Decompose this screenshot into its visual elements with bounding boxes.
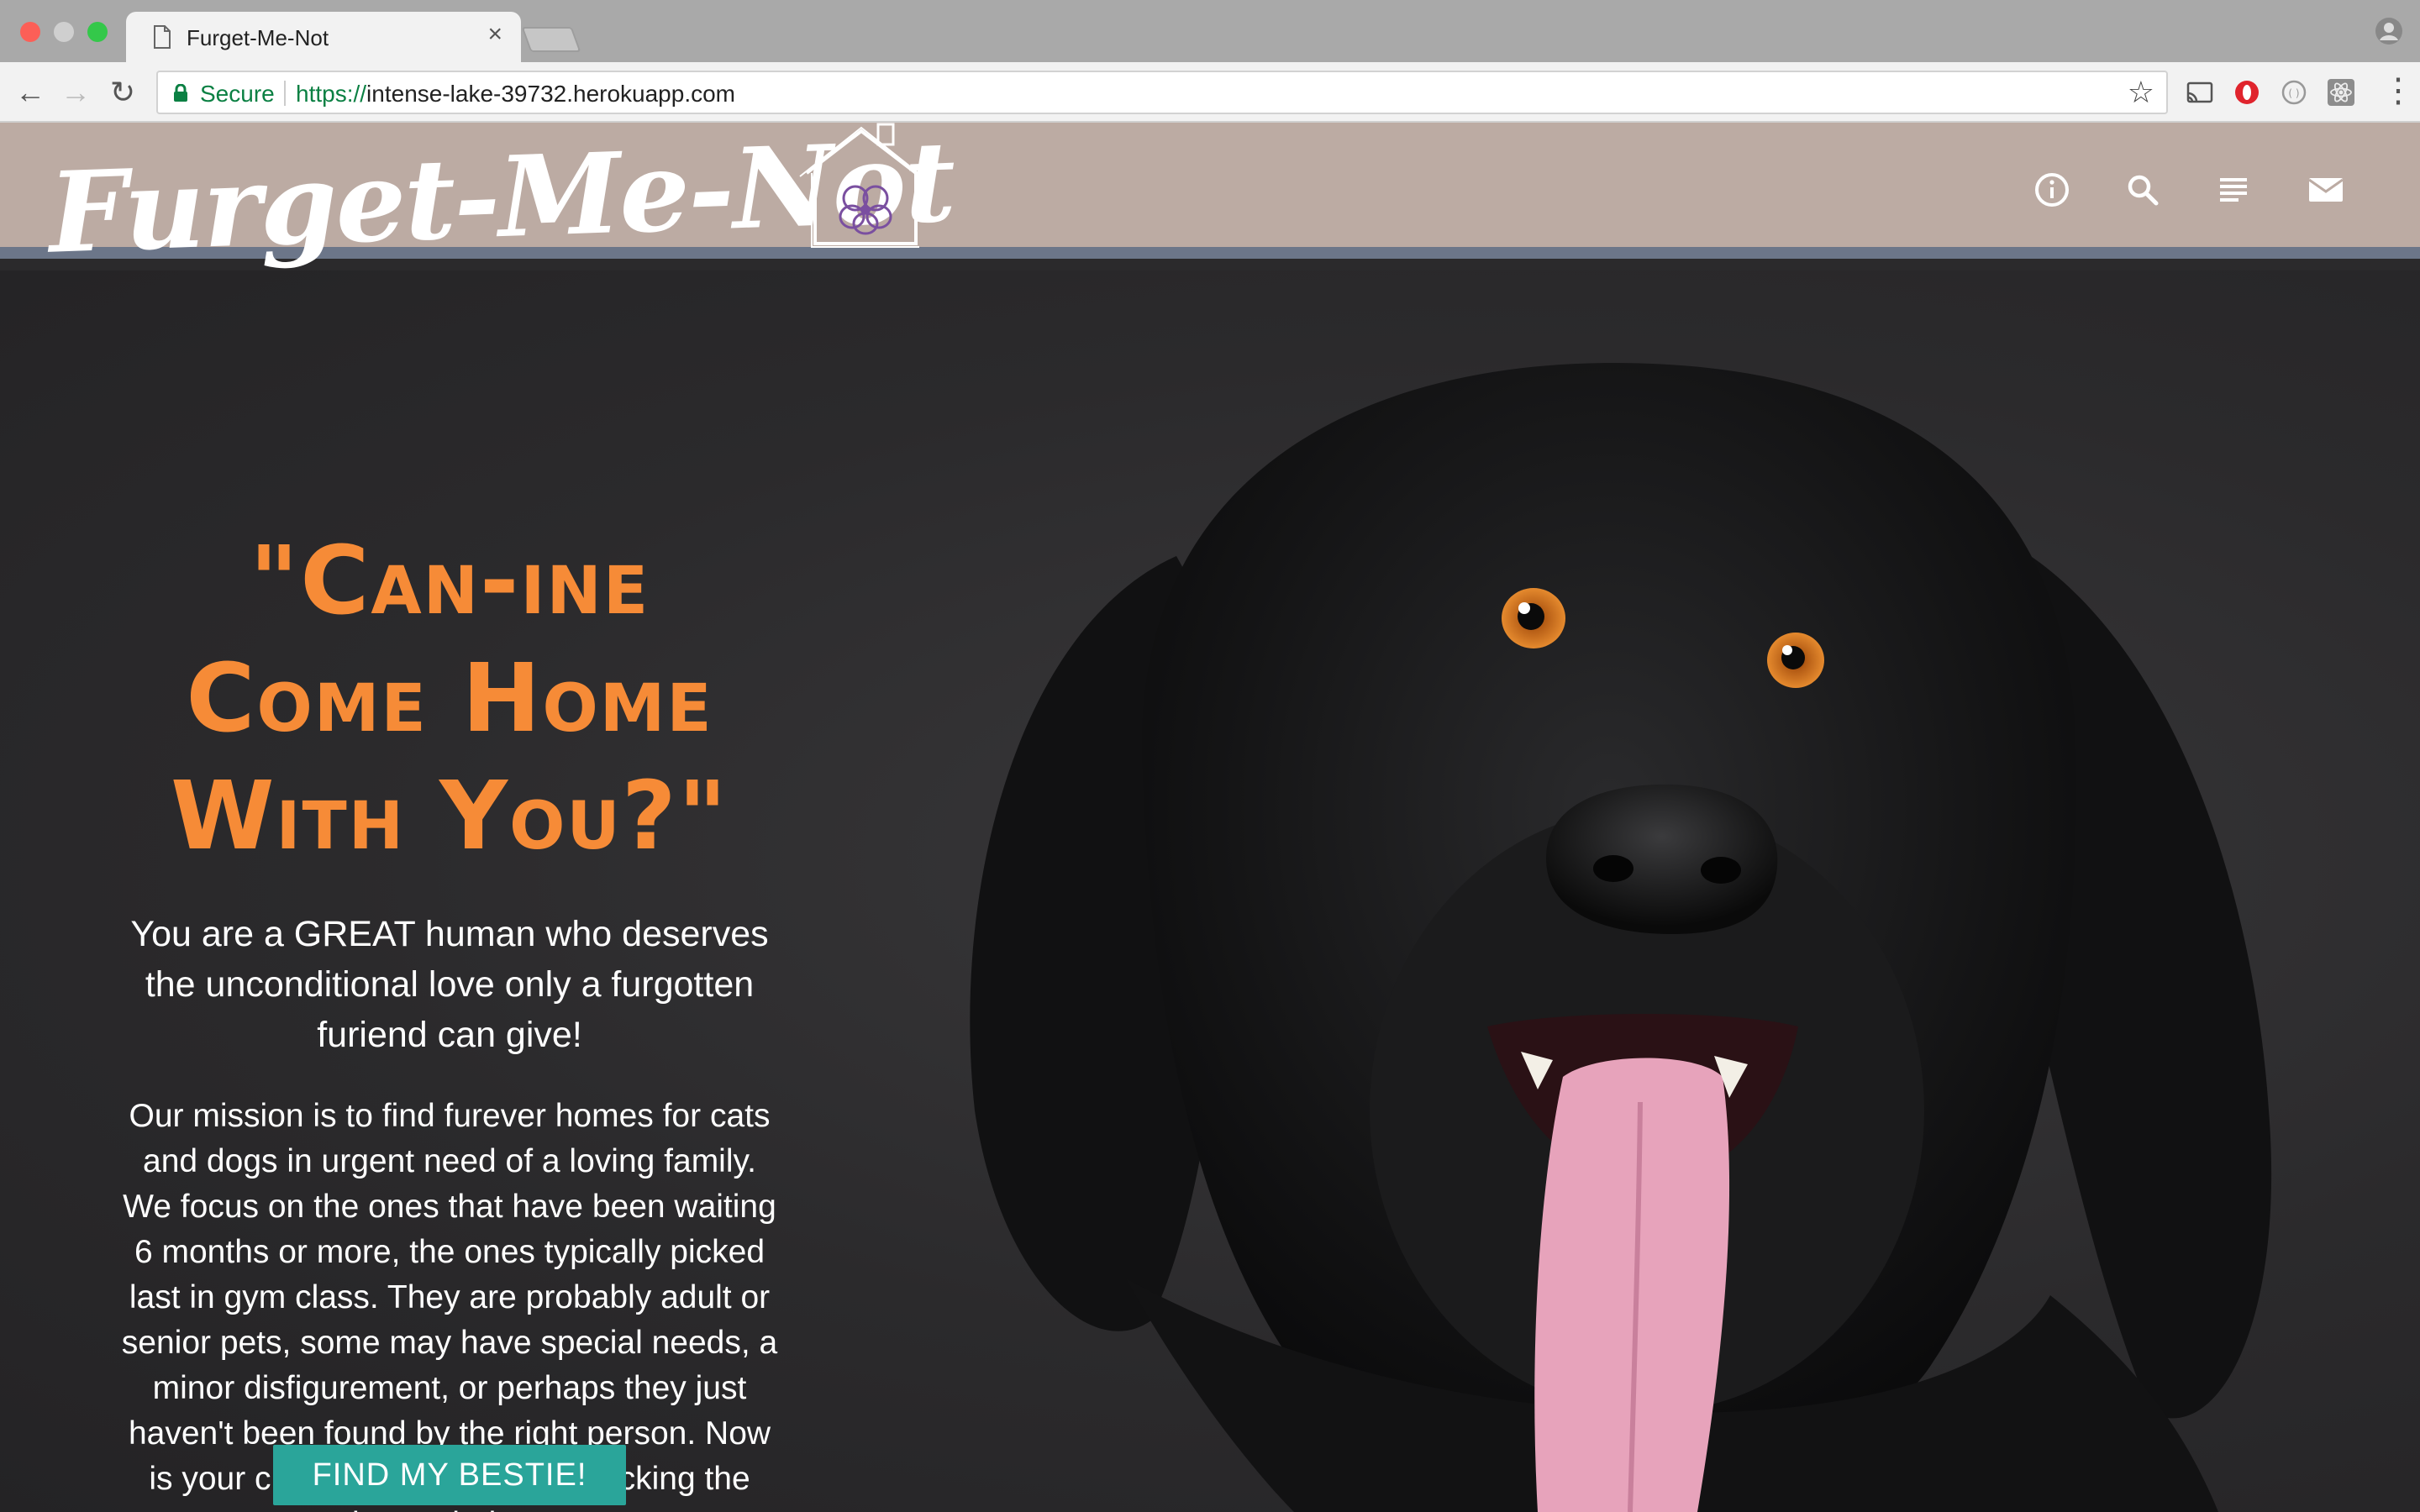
browser-toolbar: ← → ↻ Secure https://intense-lake-39732.… xyxy=(0,62,2420,123)
extension-circle-icon[interactable]: ( ) xyxy=(2279,77,2309,108)
secure-label: Secure xyxy=(200,81,275,107)
react-devtools-icon[interactable] xyxy=(2326,77,2356,108)
hero-headline: "Can-ine Come Home With You?" xyxy=(170,527,729,871)
lock-icon xyxy=(174,84,187,102)
site-header: Furget-Me-Not xyxy=(0,123,2420,279)
logo-house-icon xyxy=(799,123,923,248)
tab-close-icon[interactable]: × xyxy=(487,22,502,47)
new-tab-button[interactable] xyxy=(521,27,581,52)
browser-tab[interactable]: Furget-Me-Not × xyxy=(126,12,521,62)
reload-button[interactable]: ↻ xyxy=(106,76,139,109)
bookmark-star-icon[interactable]: ☆ xyxy=(2128,77,2154,108)
window-close-button[interactable] xyxy=(20,22,40,42)
window-maximize-button[interactable] xyxy=(87,22,108,42)
tab-title: Furget-Me-Not xyxy=(187,25,329,50)
browser-chrome: Furget-Me-Not × ← → ↻ Secure https://int… xyxy=(0,0,2420,123)
address-separator xyxy=(284,81,286,106)
svg-text:( ): ( ) xyxy=(2288,87,2299,99)
url-host: intense-lake-39732.herokuapp.com xyxy=(366,81,735,107)
hero-section: "Can-ine Come Home With You?" You are a … xyxy=(0,270,2420,1512)
document-icon xyxy=(154,25,171,49)
url-text[interactable]: https://intense-lake-39732.herokuapp.com xyxy=(296,81,735,108)
cast-icon[interactable] xyxy=(2185,77,2215,108)
browser-menu-icon[interactable]: ⋮ xyxy=(2381,74,2415,108)
profile-icon[interactable] xyxy=(2375,17,2403,45)
mail-icon[interactable] xyxy=(2304,168,2348,212)
forward-button[interactable]: → xyxy=(59,76,92,109)
tab-strip: Furget-Me-Not × xyxy=(0,0,2420,62)
hero-lead-text: You are a GREAT human who deserves the u… xyxy=(130,914,769,1055)
find-my-bestie-button[interactable]: FIND MY BESTIE! xyxy=(273,1445,626,1505)
address-bar[interactable]: Secure https://intense-lake-39732.heroku… xyxy=(156,71,2168,114)
dog-photo xyxy=(970,363,2272,1512)
window-minimize-button[interactable] xyxy=(54,22,74,42)
web-page: Furget-Me-Not "Can-ine Come Home With Yo… xyxy=(0,123,2420,1512)
list-icon[interactable] xyxy=(2212,168,2255,212)
back-button[interactable]: ← xyxy=(13,76,47,109)
url-scheme: https:// xyxy=(296,81,367,107)
info-icon[interactable] xyxy=(2030,168,2074,212)
opera-extension-icon[interactable] xyxy=(2232,77,2262,108)
search-icon[interactable] xyxy=(2121,168,2165,212)
